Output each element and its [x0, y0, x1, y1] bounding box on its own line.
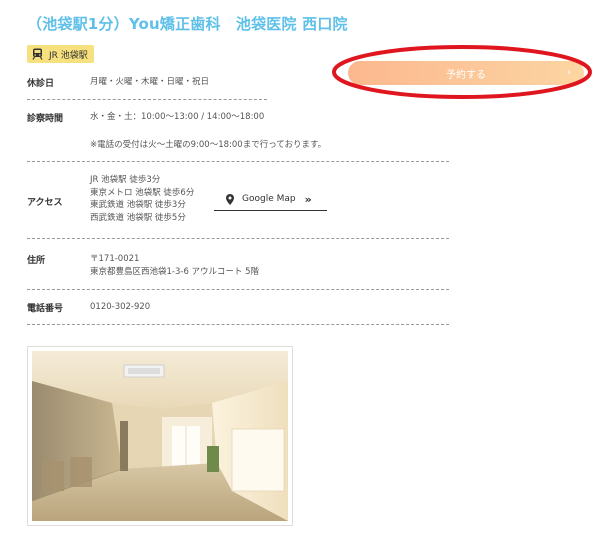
station-badge-label: JR 池袋駅 — [49, 50, 88, 61]
access-line: 西武鉄道 池袋駅 徒歩5分 — [90, 212, 186, 223]
clinic-photo-frame — [27, 346, 293, 526]
google-map-link[interactable]: Google Map » — [214, 188, 327, 211]
access-line: JR 池袋駅 徒歩3分 — [90, 175, 161, 185]
hours-value: 水・金・土：10:00～13:00 / 14:00～18:00 — [90, 112, 265, 122]
address-street: 東京都豊島区西池袋1-3-6 アウルコート 5階 — [90, 266, 260, 277]
divider — [27, 324, 449, 325]
address-label: 住所 — [27, 256, 46, 266]
address-postal: 〒171-0021 — [90, 254, 140, 264]
reserve-button-label: 予約する — [446, 69, 486, 81]
access-label: アクセス — [27, 198, 63, 208]
divider — [27, 289, 449, 290]
closed-days-value: 月曜・火曜・木曜・日曜・祝日 — [90, 77, 210, 87]
map-pin-icon — [226, 193, 234, 205]
train-icon — [32, 48, 43, 60]
phone-label: 電話番号 — [27, 304, 64, 314]
divider — [27, 161, 449, 162]
station-badge: JR 池袋駅 — [27, 45, 94, 63]
access-line: 東武鉄道 池袋駅 徒歩3分 — [90, 200, 186, 210]
clinic-title: （池袋駅1分）You矯正歯科 池袋医院 西口院 — [27, 15, 348, 33]
chevron-right-icon: › — [567, 67, 571, 78]
divider — [27, 238, 449, 239]
divider — [27, 99, 267, 100]
double-chevron-icon: » — [304, 192, 312, 206]
google-map-label: Google Map — [242, 194, 296, 204]
hours-note: ※電話の受付は火～土曜の9:00～18:00まで行っております。 — [90, 140, 327, 150]
clinic-interior-photo — [32, 351, 288, 521]
reserve-button[interactable]: 予約する › — [348, 61, 584, 85]
access-line: 東京メトロ 池袋駅 徒歩6分 — [90, 187, 195, 198]
hours-label: 診察時間 — [27, 114, 64, 124]
closed-days-label: 休診日 — [27, 79, 55, 89]
phone-value: 0120-302-920 — [90, 302, 151, 312]
